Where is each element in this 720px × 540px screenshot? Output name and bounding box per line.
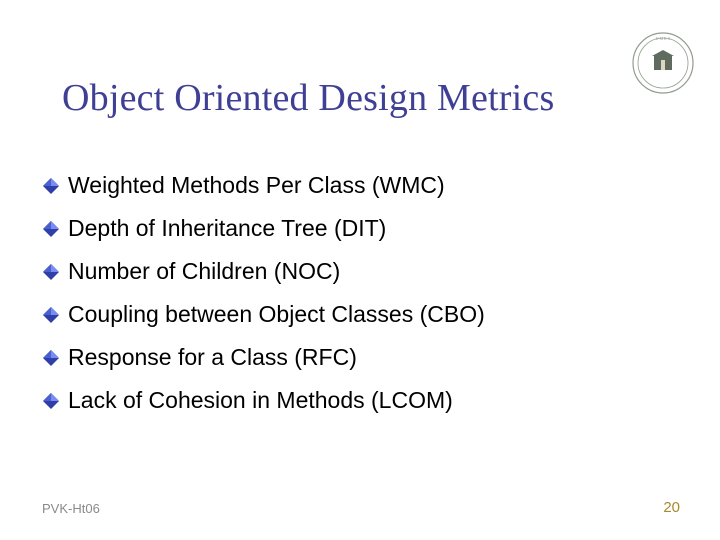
list-item: Response for a Class (RFC) — [42, 342, 680, 373]
bullet-text: Depth of Inheritance Tree (DIT) — [68, 213, 386, 244]
footer-left: PVK-Ht06 — [42, 501, 100, 516]
bullet-list: Weighted Methods Per Class (WMC) Depth o… — [42, 170, 680, 428]
diamond-3d-icon — [42, 220, 60, 238]
bullet-text: Weighted Methods Per Class (WMC) — [68, 170, 445, 201]
umea-university-seal-icon: U M E Å — [628, 28, 698, 98]
list-item: Number of Children (NOC) — [42, 256, 680, 287]
slide-title: Object Oriented Design Metrics — [62, 76, 554, 120]
slide: U M E Å Object Oriented Design Metrics W… — [0, 0, 720, 540]
slide-number: 20 — [663, 499, 680, 516]
bullet-text: Coupling between Object Classes (CBO) — [68, 299, 485, 330]
diamond-3d-icon — [42, 349, 60, 367]
diamond-3d-icon — [42, 306, 60, 324]
diamond-3d-icon — [42, 392, 60, 410]
svg-text:U M E Å: U M E Å — [656, 36, 671, 41]
list-item: Depth of Inheritance Tree (DIT) — [42, 213, 680, 244]
list-item: Weighted Methods Per Class (WMC) — [42, 170, 680, 201]
bullet-text: Response for a Class (RFC) — [68, 342, 357, 373]
bullet-text: Number of Children (NOC) — [68, 256, 340, 287]
list-item: Coupling between Object Classes (CBO) — [42, 299, 680, 330]
diamond-3d-icon — [42, 177, 60, 195]
list-item: Lack of Cohesion in Methods (LCOM) — [42, 385, 680, 416]
bullet-text: Lack of Cohesion in Methods (LCOM) — [68, 385, 453, 416]
diamond-3d-icon — [42, 263, 60, 281]
